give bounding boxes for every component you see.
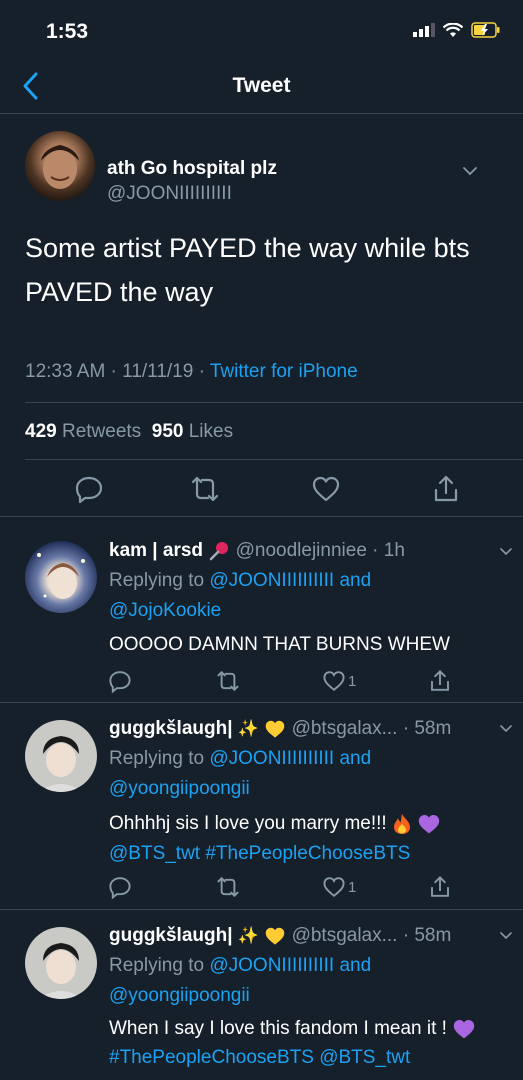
reply-hashtags: #ThePeopleChooseBTS @BTS_twt bbox=[109, 1047, 410, 1069]
reply-text: OOOOO DAMNN THAT BURNS WHEW bbox=[109, 634, 450, 655]
like-heart-icon[interactable] bbox=[311, 474, 341, 504]
avatar-image-icon bbox=[41, 145, 79, 189]
replying-to-label: Replying to bbox=[109, 955, 210, 976]
mention-link[interactable]: @yoongiipoongii bbox=[109, 985, 250, 1006]
mention-link[interactable]: @yoongiipoongii bbox=[109, 778, 250, 799]
retweet-icon[interactable] bbox=[216, 875, 240, 899]
like-count[interactable]: 950 bbox=[152, 421, 184, 442]
page-title: Tweet bbox=[232, 74, 291, 97]
chevron-down-icon[interactable] bbox=[499, 547, 513, 557]
retweet-count[interactable]: 429 bbox=[25, 421, 57, 442]
tweet-stats: 429 Retweets 950 Likes bbox=[25, 421, 233, 443]
reply-text-line: When I say I love this fandom I mean it … bbox=[109, 1018, 476, 1040]
reply-author-line: guggkšlaugh| ✨ @btsgalax... · 58m bbox=[109, 925, 451, 947]
sparkles-icon: ✨ bbox=[237, 718, 259, 738]
tweet-text: Some artist PAYED the way while bts PAVE… bbox=[25, 233, 470, 307]
tweet-timestamp: 12:33 AM · 11/11/19 · bbox=[25, 361, 210, 382]
replying-to-label: Replying to bbox=[109, 570, 210, 591]
replying-to-line: Replying to @JOONIIIIIIIIII and bbox=[109, 748, 371, 770]
reply-icon[interactable] bbox=[108, 875, 132, 899]
reply-like-count[interactable]: 1 bbox=[348, 673, 356, 690]
reply-icon[interactable] bbox=[108, 669, 132, 693]
avatar[interactable] bbox=[25, 720, 97, 792]
reply-tweet[interactable]: guggkšlaugh| ✨ @btsgalax... · 58m Replyi… bbox=[0, 702, 523, 909]
reply-author-name[interactable]: guggkšlaugh| bbox=[109, 718, 233, 739]
reply-like-count[interactable]: 1 bbox=[348, 879, 356, 896]
avatar-image-icon bbox=[39, 736, 83, 792]
battery-charging-icon bbox=[471, 22, 500, 38]
reply-tweet[interactable]: guggkšlaugh| ✨ @btsgalax... · 58m Replyi… bbox=[0, 909, 523, 1080]
status-icons bbox=[413, 22, 501, 38]
like-heart-icon[interactable] bbox=[322, 875, 346, 899]
mention-link[interactable]: @JOONIIIIIIIIII bbox=[209, 748, 334, 769]
like-heart-icon[interactable] bbox=[322, 669, 346, 693]
purple-heart-icon bbox=[454, 1019, 475, 1039]
replying-and[interactable]: and bbox=[334, 748, 371, 769]
retweet-icon[interactable] bbox=[216, 669, 240, 693]
reply-author-name[interactable]: guggkšlaugh| bbox=[109, 925, 233, 946]
reply-tweet[interactable]: kam | arsd @noodlejinniee · 1h Replying … bbox=[0, 516, 523, 702]
hashtag-link[interactable]: @BTS_twt #ThePeopleChooseBTS bbox=[109, 843, 410, 864]
share-icon[interactable] bbox=[428, 669, 452, 693]
reply-author-handle[interactable]: @btsgalax... · 58m bbox=[292, 718, 452, 739]
replying-to-line-2: @yoongiipoongii bbox=[109, 778, 250, 800]
nav-bar: Tweet bbox=[0, 60, 523, 114]
avatar[interactable] bbox=[25, 927, 97, 999]
replying-to-line-2: @JojoKookie bbox=[109, 600, 221, 622]
author-handle[interactable]: @JOONIIIIIIIIII bbox=[107, 183, 232, 205]
replying-and[interactable]: and bbox=[334, 570, 371, 591]
share-icon[interactable] bbox=[431, 474, 461, 504]
chevron-down-icon[interactable] bbox=[499, 724, 513, 734]
reply-author-line: kam | arsd @noodlejinniee · 1h bbox=[109, 540, 405, 562]
avatar-image-icon bbox=[37, 553, 85, 599]
mention-link[interactable]: @JOONIIIIIIIIII bbox=[209, 955, 334, 976]
mention-link[interactable]: @JojoKookie bbox=[109, 600, 221, 621]
share-icon[interactable] bbox=[428, 875, 452, 899]
avatar-image-icon bbox=[39, 943, 83, 999]
tweet-meta: 12:33 AM · 11/11/19 · Twitter for iPhone bbox=[25, 361, 358, 383]
reply-text: When I say I love this fandom I mean it … bbox=[109, 1018, 447, 1040]
reply-author-line: guggkšlaugh| ✨ @btsgalax... · 58m bbox=[109, 718, 451, 740]
retweets-label[interactable]: Retweets bbox=[62, 421, 141, 442]
reply-text: Ohhhhj sis I love you marry me!!! bbox=[109, 813, 387, 835]
tweet-source-link[interactable]: Twitter for iPhone bbox=[210, 361, 358, 382]
signal-icon bbox=[413, 23, 435, 37]
avatar[interactable] bbox=[25, 541, 97, 613]
main-tweet-header: ath Go hospital plz @JOONIIIIIIIIII bbox=[25, 131, 500, 204]
replying-to-label: Replying to bbox=[109, 748, 210, 769]
reply-author-name[interactable]: kam | arsd bbox=[109, 540, 203, 561]
fire-icon bbox=[394, 814, 410, 834]
status-time: 1:53 bbox=[46, 20, 89, 43]
reply-text-line: Ohhhhj sis I love you marry me!!! bbox=[109, 813, 441, 835]
purple-heart-icon bbox=[419, 814, 440, 834]
mention-link[interactable]: @JOONIIIIIIIIII bbox=[209, 570, 334, 591]
chevron-down-icon[interactable] bbox=[499, 931, 513, 941]
chevron-down-icon[interactable] bbox=[462, 165, 478, 177]
replying-and[interactable]: and bbox=[334, 955, 371, 976]
yellow-heart-icon bbox=[265, 927, 285, 945]
pushpin-icon bbox=[210, 542, 229, 561]
divider bbox=[25, 402, 523, 403]
divider bbox=[25, 459, 523, 460]
yellow-heart-icon bbox=[265, 720, 285, 738]
reply-hashtags: @BTS_twt #ThePeopleChooseBTS bbox=[109, 843, 410, 865]
replying-to-line: Replying to @JOONIIIIIIIIII and bbox=[109, 955, 371, 977]
replying-to-line: Replying to @JOONIIIIIIIIII and bbox=[109, 570, 371, 592]
replying-to-line-2: @yoongiipoongii bbox=[109, 985, 250, 1007]
status-bar: 1:53 bbox=[0, 0, 523, 60]
reply-icon[interactable] bbox=[74, 474, 104, 504]
reply-author-handle[interactable]: @noodlejinniee · 1h bbox=[236, 540, 405, 561]
wifi-icon bbox=[443, 22, 463, 37]
author-name[interactable]: ath Go hospital plz bbox=[107, 158, 277, 180]
avatar[interactable] bbox=[25, 131, 95, 201]
hashtag-link[interactable]: #ThePeopleChooseBTS @BTS_twt bbox=[109, 1047, 410, 1068]
sparkles-icon: ✨ bbox=[237, 925, 259, 945]
retweet-icon[interactable] bbox=[190, 474, 220, 504]
likes-label[interactable]: Likes bbox=[189, 421, 233, 442]
reply-author-handle[interactable]: @btsgalax... · 58m bbox=[292, 925, 452, 946]
